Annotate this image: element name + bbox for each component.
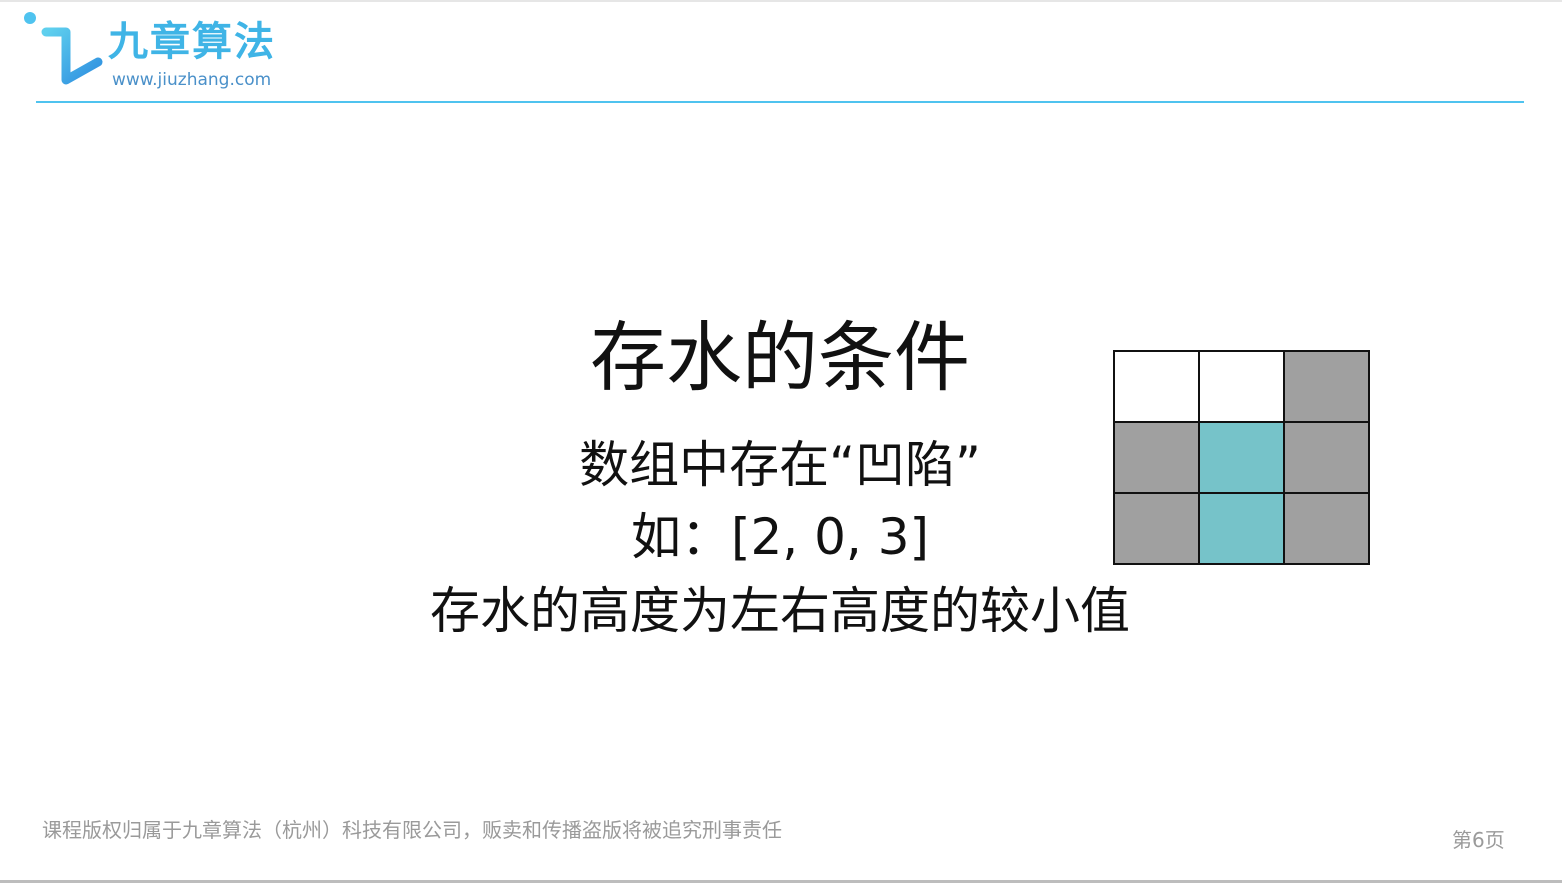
body-line-example: 如：[2, 0, 3] [630,508,930,566]
body-line-depression: 数组中存在“凹陷” [579,436,981,494]
body-line-water-height: 存水的高度为左右高度的较小值 [430,582,1130,640]
brand-name: 九章算法 [108,19,276,65]
brand-url: www.jiuzhang.com [112,70,272,90]
grid-cell-bar [1283,421,1370,494]
slide-title: 存水的条件 [590,313,970,402]
grid-cell-empty [1198,350,1285,423]
grid-cell-bar [1113,492,1200,565]
water-trap-diagram [1113,350,1370,565]
bottom-border [0,880,1562,883]
page-number: 第6页 [1452,828,1505,852]
top-border [0,0,1562,2]
brand-logo: 九章算法 www.jiuzhang.com [22,10,322,100]
header-divider [36,101,1524,103]
grid-cell-bar [1113,421,1200,494]
grid-cell-water [1198,421,1285,494]
grid-cell-empty [1113,350,1200,423]
grid-cell-bar [1283,492,1370,565]
copyright-notice: 课程版权归属于九章算法（杭州）科技有限公司，贩卖和传播盗版将被追究刑事责任 [42,818,782,842]
jiuzhang-logo-icon [24,12,103,99]
grid-cell-water [1198,492,1285,565]
slide: 九章算法 www.jiuzhang.com 存水的条件 数组中存在“凹陷” 如：… [0,0,1562,884]
grid-cell-bar [1283,350,1370,423]
